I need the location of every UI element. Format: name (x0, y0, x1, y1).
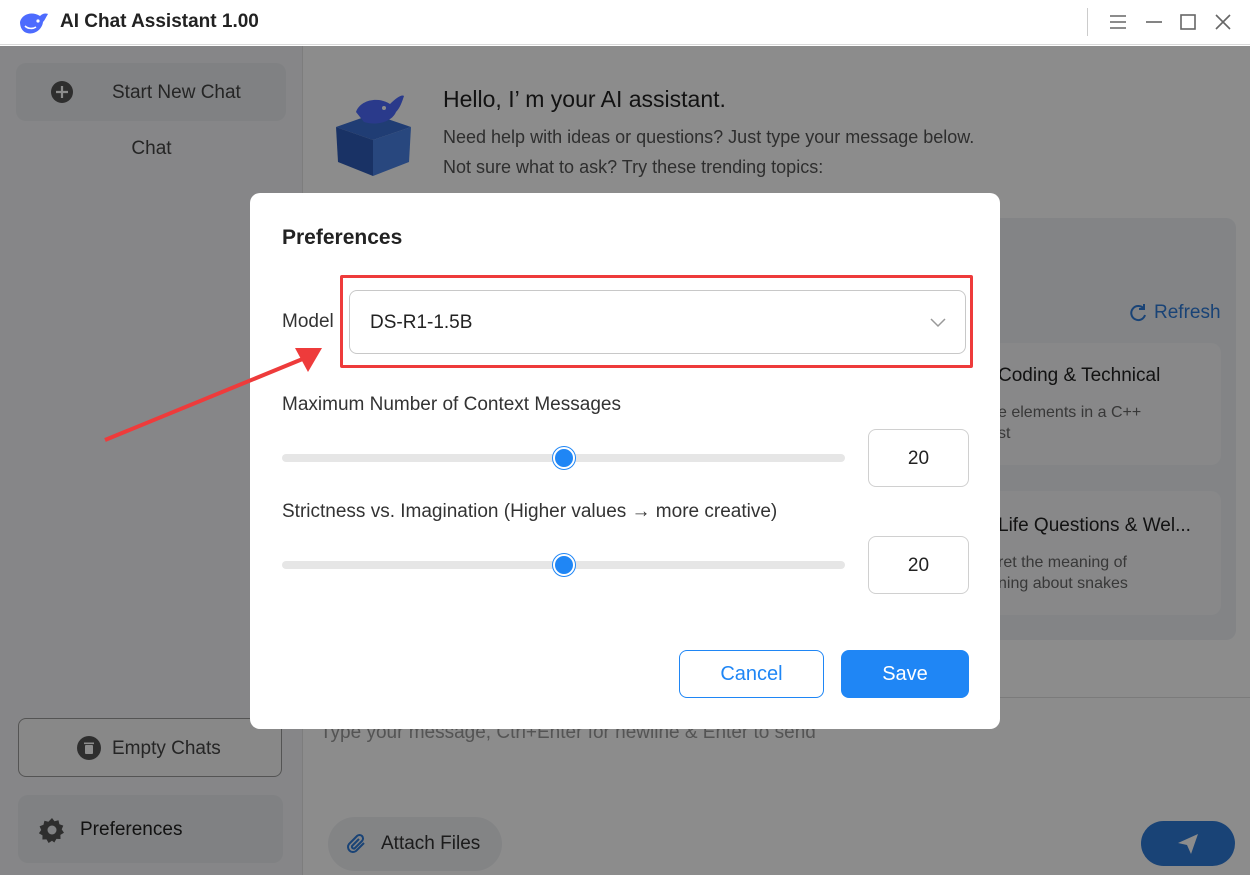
titlebar-divider (1087, 8, 1088, 36)
creativity-input[interactable]: 20 (868, 536, 969, 594)
save-button[interactable]: Save (841, 650, 969, 698)
dialog-title: Preferences (282, 226, 403, 249)
creativity-label: Strictness vs. Imagination (Higher value… (282, 501, 778, 522)
annotation-arrow-icon (104, 348, 322, 442)
creativity-slider[interactable] (282, 554, 845, 576)
slider-thumb[interactable] (552, 554, 575, 576)
creativity-value: 20 (907, 555, 930, 576)
context-messages-slider[interactable] (282, 447, 845, 469)
title-bar: AI Chat Assistant 1.00 (0, 0, 1250, 45)
cancel-button[interactable]: Cancel (679, 650, 824, 698)
menu-icon[interactable] (1106, 10, 1130, 34)
maximize-icon[interactable] (1176, 10, 1200, 34)
model-label: Model (282, 311, 334, 332)
context-messages-input[interactable]: 20 (868, 429, 969, 487)
context-messages-value: 20 (907, 448, 930, 469)
app-title: AI Chat Assistant 1.00 (60, 11, 259, 32)
app-logo-icon (20, 13, 48, 34)
context-messages-label: Maximum Number of Context Messages (282, 394, 621, 415)
highlight-box (340, 275, 973, 368)
minimize-icon[interactable] (1142, 10, 1166, 34)
slider-thumb[interactable] (552, 447, 575, 469)
close-icon[interactable] (1211, 10, 1235, 34)
